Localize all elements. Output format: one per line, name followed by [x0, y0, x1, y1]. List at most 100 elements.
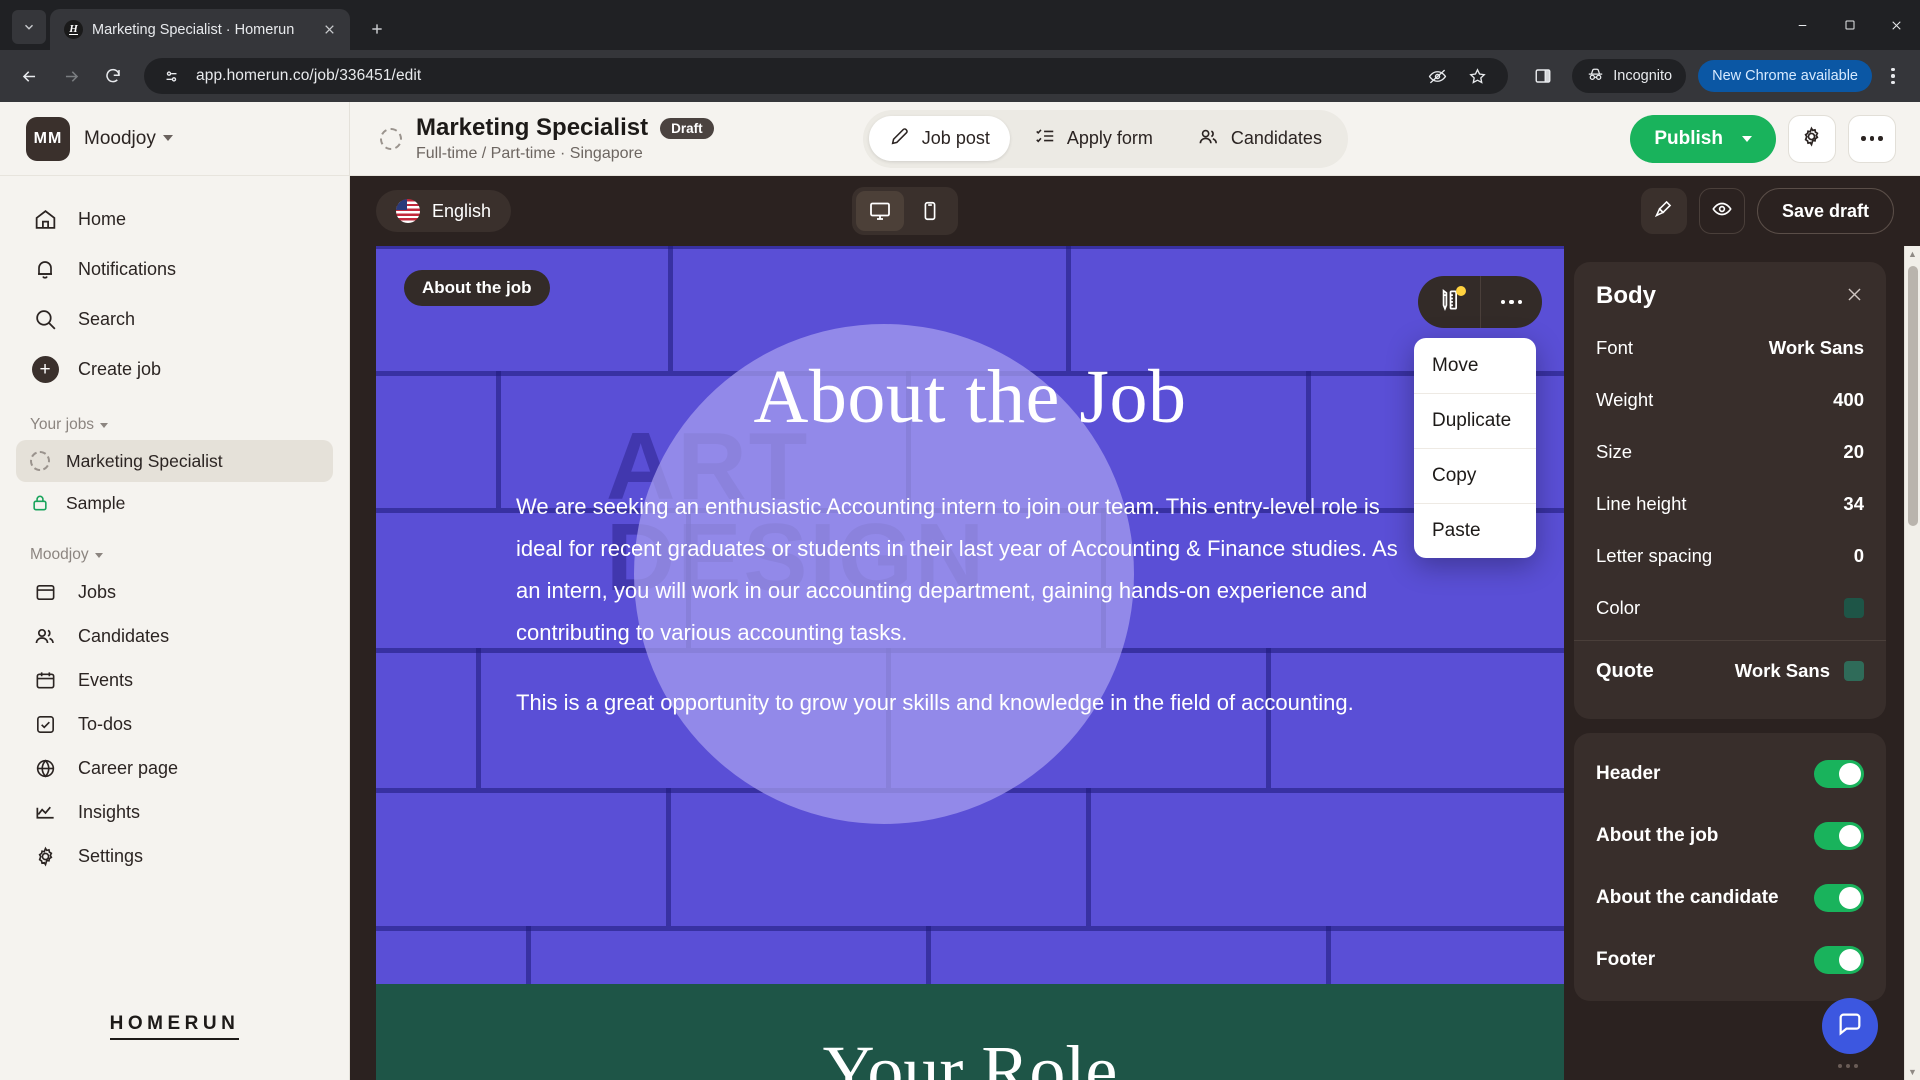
property-row-size[interactable]: Size 20 — [1596, 426, 1864, 478]
application: MM Moodjoy Home Notifications Search + C… — [0, 102, 1920, 1080]
tab-candidates[interactable]: Candidates — [1177, 116, 1342, 162]
canvas-area: ART DESIGN About the job About the Job W… — [350, 246, 1920, 1080]
tab-label: Job post — [921, 128, 990, 148]
section-body-text[interactable]: We are seeking an enthusiastic Accountin… — [516, 486, 1414, 724]
org-switcher[interactable]: MM Moodjoy — [0, 102, 349, 176]
people-icon — [1197, 125, 1220, 153]
sidebar-item-insights[interactable]: Insights — [16, 790, 333, 834]
sidebar-job-marketing-specialist[interactable]: Marketing Specialist — [16, 440, 333, 482]
property-row-color[interactable]: Color — [1596, 582, 1864, 634]
chat-support-button[interactable] — [1822, 998, 1878, 1054]
block-more-button[interactable] — [1480, 276, 1542, 328]
property-row-letter-spacing[interactable]: Letter spacing 0 — [1596, 530, 1864, 582]
job-post-canvas[interactable]: ART DESIGN About the job About the Job W… — [376, 246, 1564, 1080]
chevron-down-icon[interactable] — [100, 422, 109, 428]
back-arrow-icon[interactable] — [10, 57, 48, 95]
sidebar-item-events[interactable]: Events — [16, 658, 333, 702]
toggle-row-footer[interactable]: Footer — [1596, 929, 1864, 991]
block-context-menu: Move Duplicate Copy Paste — [1414, 338, 1536, 558]
language-selector[interactable]: English — [376, 190, 512, 232]
device-preview-toggle — [852, 187, 959, 235]
context-menu-item-copy[interactable]: Copy — [1414, 448, 1536, 503]
desktop-icon[interactable] — [856, 191, 905, 231]
scroll-down-arrow-icon[interactable]: ▼ — [1905, 1064, 1920, 1080]
chevron-down-icon[interactable] — [94, 552, 103, 558]
toggle-switch-footer[interactable] — [1814, 946, 1864, 974]
property-label: Size — [1596, 441, 1632, 462]
quote-color-swatch[interactable] — [1844, 661, 1864, 681]
toggle-label: Footer — [1596, 949, 1656, 970]
context-menu-item-move[interactable]: Move — [1414, 338, 1536, 393]
toggle-row-about-the-candidate[interactable]: About the candidate — [1596, 867, 1864, 929]
sidebar-item-settings[interactable]: Settings — [16, 834, 333, 878]
page-scrollbar[interactable]: ▲ ▼ — [1904, 246, 1920, 1080]
toggle-switch-about-the-candidate[interactable] — [1814, 884, 1864, 912]
browser-menu-vertical-dots-icon[interactable] — [1876, 59, 1910, 93]
star-icon[interactable] — [1464, 63, 1490, 89]
chrome-update-button[interactable]: New Chrome available — [1698, 60, 1872, 92]
context-menu-item-paste[interactable]: Paste — [1414, 503, 1536, 558]
eye-off-icon[interactable] — [1424, 63, 1450, 89]
close-icon[interactable] — [1873, 0, 1920, 50]
sidebar-item-notifications[interactable]: Notifications — [16, 244, 333, 294]
minimize-icon[interactable] — [1779, 0, 1826, 50]
your-role-section[interactable]: Your Role — [376, 984, 1564, 1080]
toggle-row-about-the-job[interactable]: About the job — [1596, 805, 1864, 867]
plus-circle-icon: + — [30, 354, 60, 384]
sidebar-item-jobs[interactable]: Jobs — [16, 570, 333, 614]
tab-apply-form[interactable]: Apply form — [1014, 116, 1173, 161]
tab-close-icon[interactable] — [318, 19, 340, 41]
workspace-label[interactable]: Moodjoy — [0, 524, 349, 570]
sidebar-item-search[interactable]: Search — [16, 294, 333, 344]
incognito-indicator[interactable]: Incognito — [1572, 59, 1687, 93]
sidebar-item-home[interactable]: Home — [16, 194, 333, 244]
new-tab-button[interactable] — [360, 12, 394, 46]
tab-strip: H Marketing Specialist · Homerun — [0, 0, 1920, 50]
preview-button[interactable] — [1698, 188, 1745, 234]
block-style-button[interactable] — [1418, 276, 1480, 328]
tab-search-chevron-down-icon[interactable] — [12, 10, 46, 44]
your-jobs-label[interactable]: Your jobs — [0, 394, 349, 440]
section-heading[interactable]: About the Job — [376, 354, 1564, 441]
property-row-line-height[interactable]: Line height 34 — [1596, 478, 1864, 530]
sidebar-item-candidates[interactable]: Candidates — [16, 614, 333, 658]
sidebar-item-career-page[interactable]: Career page — [16, 746, 333, 790]
toggle-row-header[interactable]: Header — [1596, 743, 1864, 805]
chevron-down-icon[interactable] — [162, 135, 173, 142]
publish-button[interactable]: Publish — [1630, 114, 1776, 163]
scroll-up-arrow-icon[interactable]: ▲ — [1905, 246, 1920, 262]
site-settings-icon[interactable] — [158, 63, 184, 89]
color-swatch[interactable] — [1844, 598, 1864, 618]
close-icon[interactable] — [1845, 285, 1864, 308]
reload-icon[interactable] — [94, 57, 132, 95]
sidebar-job-sample[interactable]: Sample — [16, 482, 333, 524]
chevron-down-icon[interactable] — [1741, 135, 1752, 142]
theme-button[interactable] — [1640, 188, 1687, 234]
forward-arrow-icon[interactable] — [52, 57, 90, 95]
about-the-job-section[interactable]: ART DESIGN About the job About the Job W… — [376, 246, 1564, 984]
tab-job-post[interactable]: Job post — [868, 116, 1010, 161]
mobile-icon[interactable] — [906, 191, 954, 231]
browser-tab[interactable]: H Marketing Specialist · Homerun — [50, 9, 350, 50]
property-value: 0 — [1853, 545, 1864, 566]
scrollbar-thumb[interactable] — [1908, 266, 1918, 526]
save-draft-button[interactable]: Save draft — [1756, 188, 1894, 234]
gear-icon — [30, 841, 60, 871]
next-section-heading: Your Role — [822, 1031, 1118, 1080]
quote-font-value: Work Sans — [1734, 660, 1830, 681]
address-bar[interactable]: app.homerun.co/job/336451/edit — [144, 58, 1509, 94]
job-settings-button[interactable] — [1787, 114, 1836, 163]
property-row-quote[interactable]: Quote Work Sans — [1596, 641, 1864, 701]
more-options-button[interactable] — [1847, 114, 1896, 163]
checkbox-icon — [30, 709, 60, 739]
toggle-switch-about-the-job[interactable] — [1814, 822, 1864, 850]
toggle-switch-header[interactable] — [1814, 760, 1864, 788]
maximize-icon[interactable] — [1826, 0, 1873, 50]
context-menu-item-duplicate[interactable]: Duplicate — [1414, 393, 1536, 448]
toggle-label: About the job — [1596, 825, 1719, 846]
property-row-weight[interactable]: Weight 400 — [1596, 374, 1864, 426]
sidebar-item-todos[interactable]: To-dos — [16, 702, 333, 746]
property-row-font[interactable]: Font Work Sans — [1596, 322, 1864, 374]
sidebar-item-create-job[interactable]: + Create job — [16, 344, 333, 394]
side-panel-icon[interactable] — [1524, 57, 1562, 95]
